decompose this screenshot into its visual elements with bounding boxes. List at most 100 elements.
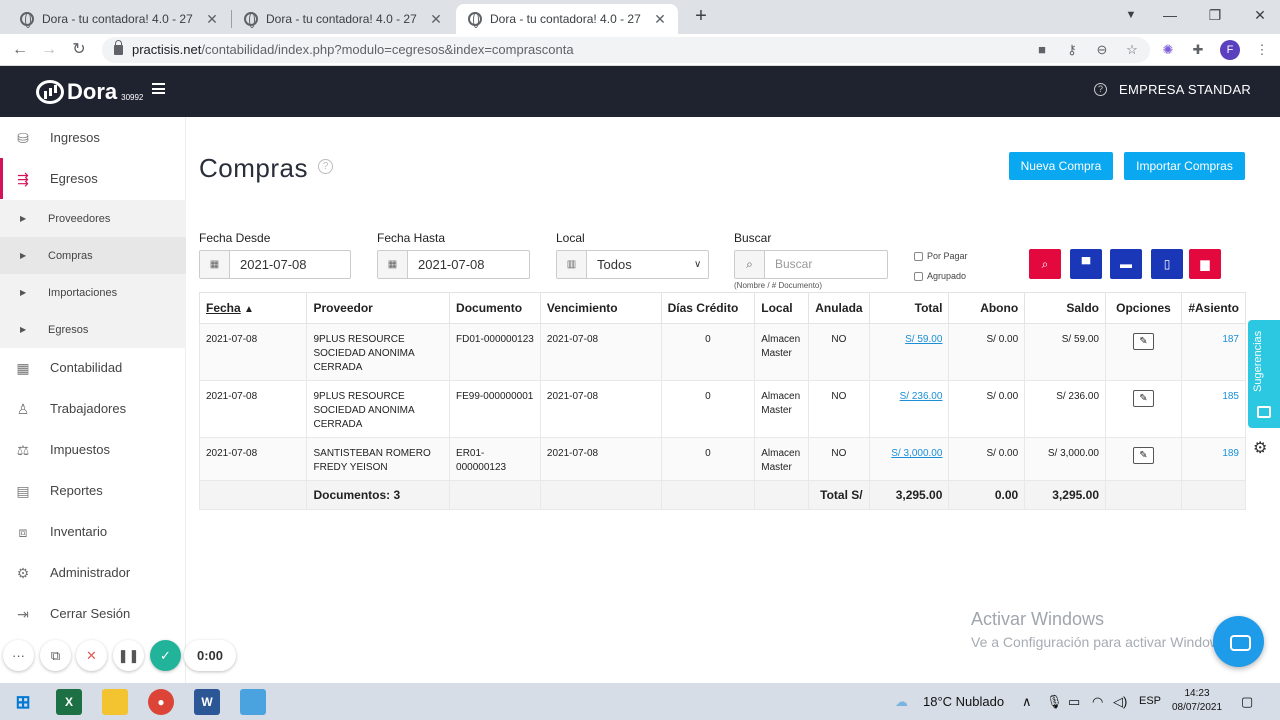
language-indicator[interactable]: ESP — [1139, 683, 1161, 720]
tray-chevron-icon[interactable]: ∧ — [1022, 683, 1032, 720]
browser-tab-1[interactable]: Dora - tu contadora! 4.0 - 27 ✕ — [8, 4, 230, 34]
brand-logo[interactable]: Dora 30992 — [36, 80, 143, 104]
briefcase-button[interactable]: ▬ — [1110, 249, 1142, 279]
edit-pencil-icon[interactable]: ✎ — [1132, 390, 1154, 407]
finish-recording-icon[interactable]: ✓ — [150, 640, 181, 671]
sidebar-item-egresos[interactable]: ⇶ Egresos — [0, 158, 186, 199]
close-window-icon[interactable]: ✕ — [1240, 0, 1280, 30]
cell-total[interactable]: S/ 59.00 — [868, 323, 950, 381]
total-link[interactable]: S/ 3,000.00 — [891, 448, 942, 459]
agrupado-checkbox[interactable]: Agrupado — [914, 271, 966, 281]
camera-toggle-icon[interactable]: ⧉ — [40, 640, 71, 671]
key-icon[interactable]: ⚷ — [1064, 42, 1080, 58]
close-icon[interactable]: ✕ — [204, 11, 220, 28]
buscar-field[interactable]: ⌕ Buscar — [734, 250, 888, 279]
tab-search-icon[interactable]: ▼ — [1111, 0, 1151, 30]
sidebar-subitem-proveedores[interactable]: ▶ Proveedores — [0, 200, 186, 237]
cell-total[interactable]: S/ 3,000.00 — [868, 437, 950, 481]
header-fecha[interactable]: Fecha ▲ — [198, 292, 308, 324]
chrome-icon[interactable]: ● — [148, 689, 174, 715]
profile-avatar[interactable]: F — [1220, 40, 1240, 60]
fecha-desde-input[interactable]: ▦ 2021-07-08 — [199, 250, 351, 279]
checkbox-box[interactable] — [914, 271, 923, 281]
question-icon[interactable]: ? — [318, 159, 333, 174]
chat-icon[interactable] — [1213, 616, 1264, 667]
cancel-recording-icon[interactable]: ✕ — [76, 640, 107, 671]
more-options-icon[interactable]: ··· — [3, 640, 34, 671]
weather-text[interactable]: 18°C Nublado — [923, 683, 1004, 720]
camera-icon[interactable]: ■ — [1034, 42, 1050, 58]
clock[interactable]: 14:23 08/07/2021 — [1168, 687, 1226, 715]
network-icon[interactable]: ◠ — [1092, 683, 1103, 720]
extension-flower-icon[interactable]: ✺ — [1160, 42, 1176, 58]
file-explorer-icon[interactable] — [102, 689, 128, 715]
sidebar-item-cerrar-sesion[interactable]: ⇥ Cerrar Sesión — [0, 593, 186, 634]
question-icon[interactable]: ? — [1094, 83, 1107, 96]
search-button[interactable]: ⌕ — [1029, 249, 1061, 279]
cell-asiento[interactable]: 185 — [1180, 380, 1247, 438]
cell-saldo: S/ 236.00 — [1024, 380, 1106, 438]
asiento-link[interactable]: 189 — [1222, 448, 1239, 459]
battery-icon[interactable]: ▭ — [1068, 683, 1080, 720]
sidebar-item-administrador[interactable]: ⚙ Administrador — [0, 552, 186, 593]
sidebar-item-label: Inventario — [50, 524, 108, 539]
suggestions-tab[interactable]: Sugerencias — [1248, 320, 1280, 428]
sidebar-item-ingresos[interactable]: ⛁ Ingresos — [0, 117, 186, 158]
close-icon[interactable]: ✕ — [652, 11, 668, 28]
windows-start-icon[interactable]: ⊞ — [10, 689, 36, 715]
word-icon[interactable]: W — [194, 689, 220, 715]
back-icon[interactable]: ← — [9, 39, 31, 61]
delete-button[interactable]: ▆ — [1189, 249, 1221, 279]
sidebar-subitem-egresos[interactable]: ▶ Egresos — [0, 311, 186, 348]
local-select[interactable]: ▥ Todos ∨ — [556, 250, 709, 279]
sidebar-item-contabilidad[interactable]: ▦ Contabilidad — [0, 347, 186, 388]
sidebar-item-impuestos[interactable]: ⚖ Impuestos — [0, 429, 186, 470]
sidebar-subitem-compras[interactable]: ▶ Compras — [0, 237, 186, 274]
browser-tab-3[interactable]: Dora - tu contadora! 4.0 - 27 ✕ — [456, 4, 678, 34]
sidebar-item-reportes[interactable]: ▤ Reportes — [0, 470, 186, 511]
print-button[interactable]: ▀ — [1070, 249, 1102, 279]
edit-pencil-icon[interactable]: ✎ — [1132, 447, 1154, 464]
asiento-link[interactable]: 185 — [1222, 391, 1239, 402]
url-field[interactable]: practisis.net/contabilidad/index.php?mod… — [102, 37, 1150, 63]
microphone-icon[interactable]: 🎙 — [1046, 683, 1063, 720]
footer-abono: 0.00 — [948, 480, 1026, 510]
total-link[interactable]: S/ 59.00 — [905, 334, 942, 345]
por-pagar-checkbox[interactable]: Por Pagar — [914, 251, 968, 261]
sidebar-item-trabajadores[interactable]: ♙ Trabajadores — [0, 388, 186, 429]
new-purchase-button[interactable]: Nueva Compra — [1009, 152, 1113, 180]
star-icon[interactable]: ☆ — [1124, 42, 1140, 58]
puzzle-icon[interactable]: ✚ — [1190, 42, 1206, 58]
notifications-icon[interactable]: ▢ — [1241, 683, 1253, 720]
forward-icon[interactable]: → — [38, 39, 60, 61]
company-name[interactable]: EMPRESA STANDAR — [1119, 82, 1251, 97]
gear-icon[interactable]: ⚙ — [1253, 441, 1269, 457]
export-button[interactable]: ▯ — [1151, 249, 1183, 279]
checkbox-box[interactable] — [914, 251, 923, 261]
buscar-placeholder[interactable]: Buscar — [765, 251, 887, 278]
import-purchases-button[interactable]: Importar Compras — [1124, 152, 1245, 180]
cell-asiento[interactable]: 189 — [1180, 437, 1247, 481]
zoom-icon[interactable]: ⊖ — [1094, 42, 1110, 58]
excel-icon[interactable]: X — [56, 689, 82, 715]
new-tab-icon[interactable]: + — [690, 5, 712, 27]
volume-icon[interactable]: ◁) — [1113, 683, 1127, 720]
kebab-menu-icon[interactable]: ⋮ — [1254, 42, 1270, 58]
search-icon: ⌕ — [1041, 256, 1049, 271]
maximize-icon[interactable]: ❐ — [1195, 0, 1235, 30]
sidebar-item-inventario[interactable]: ⧈ Inventario — [0, 511, 186, 552]
hamburger-menu-icon[interactable] — [152, 83, 165, 94]
pause-icon[interactable]: ❚❚ — [113, 640, 144, 671]
reload-icon[interactable]: ↻ — [68, 39, 90, 61]
close-icon[interactable]: ✕ — [428, 11, 444, 28]
edit-pencil-icon[interactable]: ✎ — [1132, 333, 1154, 350]
cell-asiento[interactable]: 187 — [1180, 323, 1247, 381]
sidebar-subitem-importaciones[interactable]: ▶ Importaciones — [0, 274, 186, 311]
browser-tab-2[interactable]: Dora - tu contadora! 4.0 - 27 ✕ — [232, 4, 454, 34]
app-icon[interactable] — [240, 689, 266, 715]
cell-total[interactable]: S/ 236.00 — [868, 380, 950, 438]
total-link[interactable]: S/ 236.00 — [900, 391, 943, 402]
asiento-link[interactable]: 187 — [1222, 334, 1239, 345]
fecha-hasta-input[interactable]: ▦ 2021-07-08 — [377, 250, 530, 279]
minimize-icon[interactable]: — — [1150, 0, 1190, 30]
